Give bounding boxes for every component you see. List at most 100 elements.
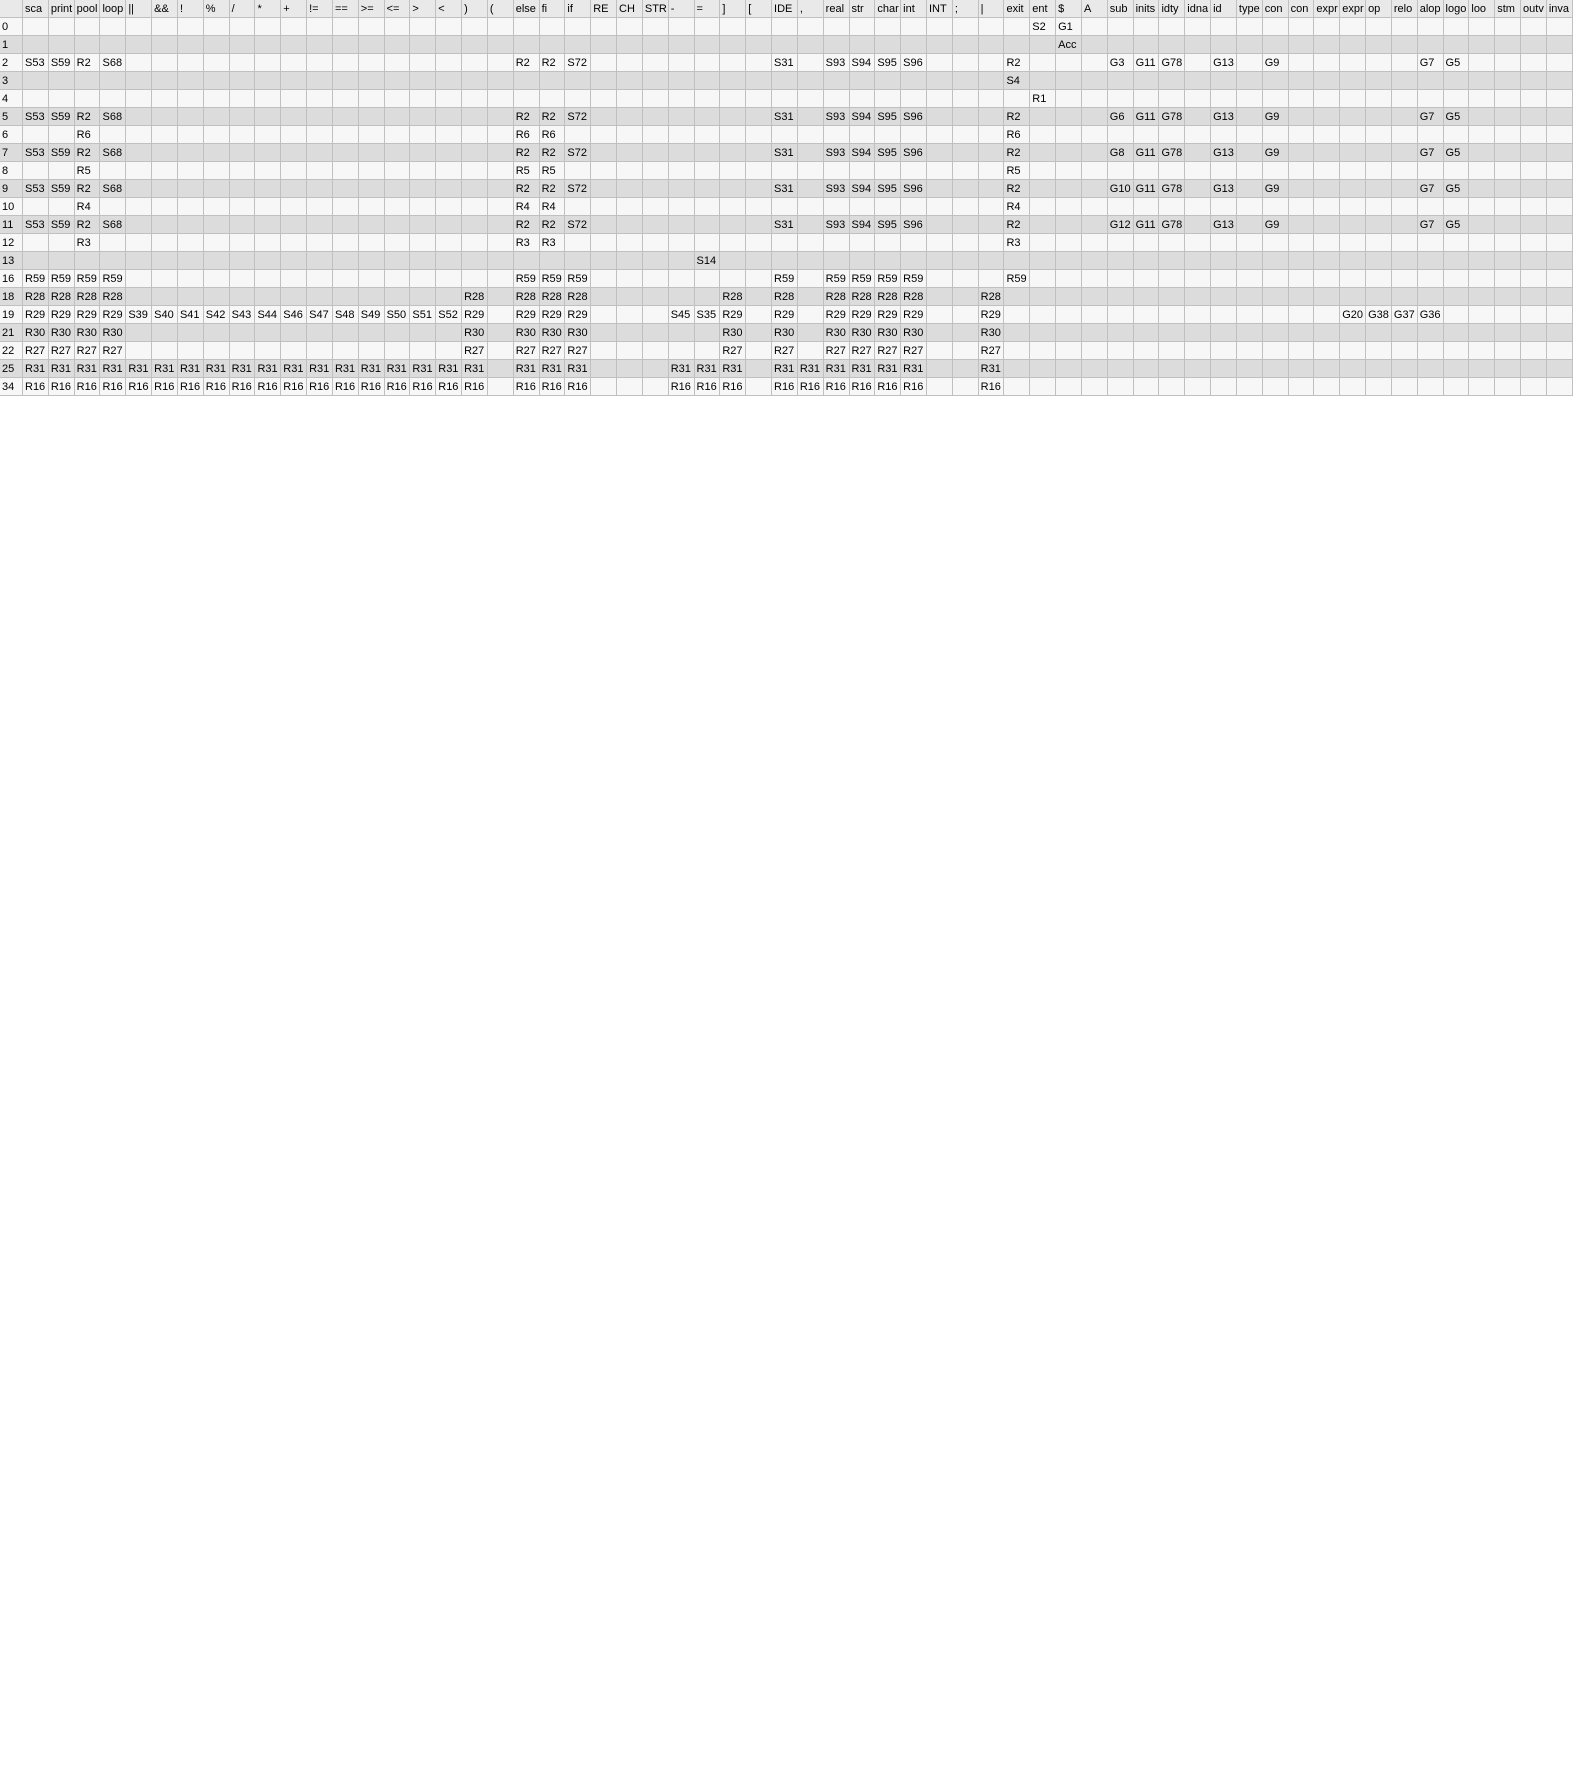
table-cell[interactable]	[384, 233, 411, 252]
table-cell[interactable]: R16	[668, 377, 695, 396]
table-cell[interactable]: R16	[771, 377, 798, 396]
table-cell[interactable]	[1107, 287, 1134, 306]
table-cell[interactable]	[745, 323, 773, 342]
table-cell[interactable]	[849, 161, 876, 180]
table-cell[interactable]	[1236, 53, 1263, 72]
table-cell[interactable]	[539, 71, 566, 90]
table-cell[interactable]	[409, 287, 437, 306]
table-cell[interactable]	[1210, 287, 1237, 306]
table-cell[interactable]: G5	[1443, 53, 1470, 72]
table-cell[interactable]: R31	[99, 359, 127, 378]
table-cell[interactable]	[358, 161, 385, 180]
table-cell[interactable]: R29	[719, 305, 747, 324]
table-cell[interactable]	[564, 125, 592, 144]
table-cell[interactable]	[1107, 35, 1134, 54]
table-cell[interactable]	[48, 197, 75, 216]
column-header[interactable]: +	[280, 0, 308, 18]
table-cell[interactable]	[487, 287, 514, 306]
table-cell[interactable]	[409, 53, 437, 72]
table-cell[interactable]	[1210, 71, 1237, 90]
table-cell[interactable]	[745, 287, 773, 306]
table-cell[interactable]: S72	[564, 143, 592, 162]
table-cell[interactable]: R5	[1003, 161, 1031, 180]
table-cell[interactable]: R30	[99, 323, 127, 342]
table-cell[interactable]	[797, 89, 824, 108]
table-cell[interactable]	[1081, 305, 1108, 324]
table-cell[interactable]	[1184, 377, 1212, 396]
table-cell[interactable]	[435, 287, 463, 306]
table-cell[interactable]	[616, 215, 643, 234]
table-cell[interactable]: R4	[1003, 197, 1031, 216]
table-cell[interactable]	[229, 287, 256, 306]
table-cell[interactable]	[874, 35, 902, 54]
table-cell[interactable]: R16	[74, 377, 101, 396]
table-cell[interactable]	[1494, 377, 1522, 396]
table-cell[interactable]: R16	[177, 377, 204, 396]
table-cell[interactable]	[1313, 197, 1341, 216]
table-cell[interactable]	[409, 125, 437, 144]
table-cell[interactable]: S50	[384, 305, 411, 324]
table-cell[interactable]: R27	[74, 341, 101, 360]
row-number[interactable]: 6	[0, 125, 23, 144]
table-cell[interactable]	[1339, 341, 1367, 360]
table-cell[interactable]: G12	[1107, 215, 1134, 234]
table-cell[interactable]: G9	[1262, 179, 1289, 198]
table-cell[interactable]	[151, 269, 178, 288]
table-cell[interactable]: S59	[48, 215, 75, 234]
table-cell[interactable]	[952, 161, 979, 180]
table-cell[interactable]: R31	[539, 359, 566, 378]
table-cell[interactable]	[203, 143, 230, 162]
table-cell[interactable]	[409, 233, 437, 252]
table-cell[interactable]	[151, 251, 178, 270]
table-cell[interactable]: G5	[1443, 143, 1470, 162]
table-cell[interactable]	[1210, 323, 1237, 342]
table-cell[interactable]	[1055, 287, 1082, 306]
table-cell[interactable]	[306, 197, 333, 216]
table-cell[interactable]	[254, 233, 282, 252]
table-cell[interactable]	[332, 287, 359, 306]
table-cell[interactable]	[358, 35, 385, 54]
table-cell[interactable]: R2	[1003, 215, 1031, 234]
table-cell[interactable]	[642, 179, 669, 198]
table-cell[interactable]	[1262, 341, 1289, 360]
table-cell[interactable]	[332, 35, 359, 54]
table-cell[interactable]	[1546, 233, 1573, 252]
table-cell[interactable]	[254, 35, 282, 54]
table-cell[interactable]	[1081, 35, 1108, 54]
table-cell[interactable]: G7	[1417, 143, 1444, 162]
table-cell[interactable]	[1055, 125, 1082, 144]
table-cell[interactable]	[694, 179, 721, 198]
column-header[interactable]: RE	[590, 0, 618, 18]
table-cell[interactable]	[823, 251, 850, 270]
table-cell[interactable]	[435, 35, 463, 54]
table-cell[interactable]	[332, 125, 359, 144]
table-cell[interactable]	[358, 53, 385, 72]
table-cell[interactable]	[254, 143, 282, 162]
table-cell[interactable]	[1055, 377, 1082, 396]
table-cell[interactable]: G9	[1262, 215, 1289, 234]
table-cell[interactable]	[1262, 287, 1289, 306]
table-cell[interactable]	[719, 251, 747, 270]
table-cell[interactable]	[1029, 359, 1057, 378]
table-cell[interactable]	[900, 35, 927, 54]
column-header[interactable]: outv	[1520, 0, 1547, 18]
table-cell[interactable]	[1236, 17, 1263, 36]
table-cell[interactable]	[1081, 53, 1108, 72]
table-cell[interactable]	[332, 161, 359, 180]
table-cell[interactable]	[694, 143, 721, 162]
table-cell[interactable]: G9	[1262, 53, 1289, 72]
table-cell[interactable]	[1107, 305, 1134, 324]
table-cell[interactable]	[1055, 53, 1082, 72]
table-cell[interactable]	[1055, 233, 1082, 252]
table-cell[interactable]	[1081, 17, 1108, 36]
table-cell[interactable]	[1262, 125, 1289, 144]
table-cell[interactable]: R28	[539, 287, 566, 306]
table-cell[interactable]	[22, 251, 49, 270]
table-cell[interactable]: R59	[99, 269, 127, 288]
table-cell[interactable]	[203, 161, 230, 180]
table-cell[interactable]	[1546, 287, 1573, 306]
table-cell[interactable]: R31	[306, 359, 333, 378]
table-cell[interactable]: G8	[1107, 143, 1134, 162]
table-cell[interactable]	[48, 35, 75, 54]
table-cell[interactable]	[306, 143, 333, 162]
